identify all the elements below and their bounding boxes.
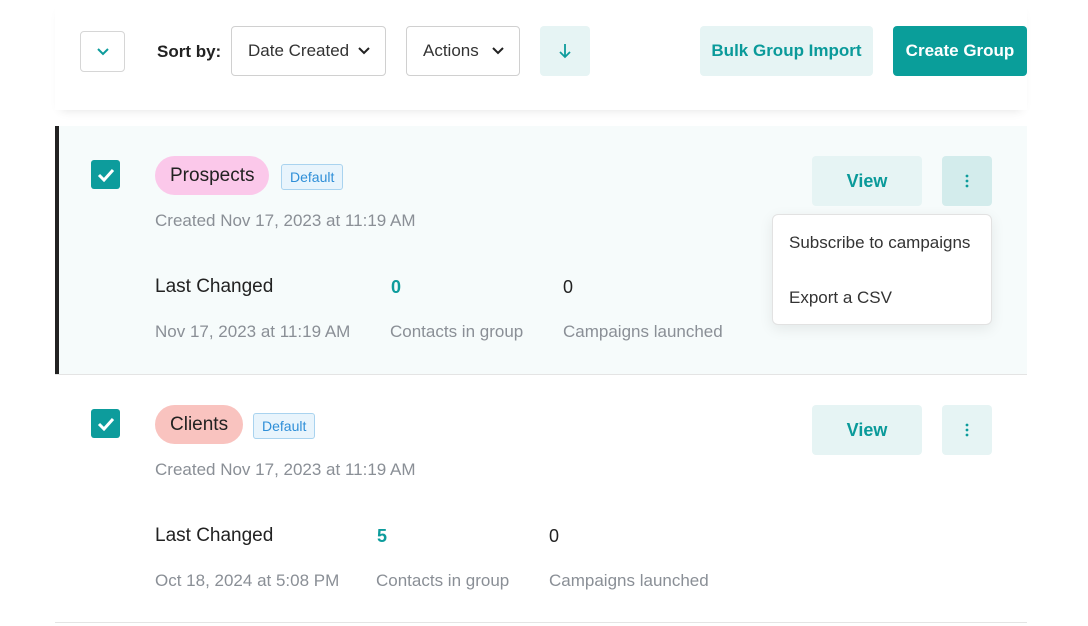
last-changed-value: Oct 18, 2024 at 5:08 PM [155, 571, 340, 590]
more-options-menu: Subscribe to campaigns Export a CSV [772, 214, 992, 325]
default-badge: Default [281, 164, 344, 190]
toolbar: Sort by: Date Created Actions Bulk Group… [55, 0, 1027, 110]
check-icon [97, 417, 114, 431]
last-changed-value: Nov 17, 2023 at 11:19 AM [155, 322, 351, 341]
sort-direction-button[interactable] [540, 26, 590, 76]
campaigns-label: Campaigns launched [549, 571, 709, 590]
group-row: Clients Default Created Nov 17, 2023 at … [55, 375, 1027, 623]
vertical-dots-icon [965, 423, 969, 437]
chevron-down-icon [358, 47, 370, 55]
contacts-count[interactable]: 0 [391, 277, 401, 298]
last-changed-label: Last Changed [155, 276, 274, 297]
group-name-pill[interactable]: Clients [155, 405, 244, 444]
more-options-button[interactable] [942, 405, 992, 455]
created-date: Created Nov 17, 2023 at 11:19 AM [155, 460, 416, 479]
menu-item-export-csv[interactable]: Export a CSV [789, 288, 892, 308]
more-options-button[interactable] [942, 156, 992, 206]
menu-item-subscribe-to-campaigns[interactable]: Subscribe to campaigns [789, 233, 970, 253]
view-button[interactable]: View [812, 156, 922, 206]
created-date: Created Nov 17, 2023 at 11:19 AM [155, 211, 416, 230]
collapse-all-button[interactable] [80, 31, 125, 72]
sort-by-label: Sort by: [157, 42, 222, 61]
last-changed-label: Last Changed [155, 525, 274, 546]
actions-label: Actions [423, 41, 479, 60]
create-group-button[interactable]: Create Group [893, 26, 1027, 76]
sort-by-select[interactable]: Date Created [231, 26, 386, 76]
group-name-pill[interactable]: Prospects [155, 156, 270, 195]
view-button[interactable]: View [812, 405, 922, 455]
sort-by-value: Date Created [248, 41, 350, 60]
campaigns-count: 0 [549, 526, 560, 546]
actions-select[interactable]: Actions [406, 26, 520, 76]
contacts-label: Contacts in group [376, 571, 510, 590]
row-checkbox[interactable] [91, 409, 120, 438]
row-checkbox[interactable] [91, 160, 120, 189]
arrow-down-icon [559, 44, 571, 59]
contacts-count[interactable]: 5 [377, 526, 387, 547]
bulk-group-import-button[interactable]: Bulk Group Import [700, 26, 873, 76]
chevron-down-icon [492, 47, 504, 55]
chevron-down-icon [96, 47, 109, 55]
contacts-label: Contacts in group [390, 322, 524, 341]
campaigns-label: Campaigns launched [563, 322, 723, 341]
check-icon [97, 168, 114, 182]
vertical-dots-icon [965, 174, 969, 188]
default-badge: Default [253, 413, 316, 439]
campaigns-count: 0 [563, 277, 574, 297]
